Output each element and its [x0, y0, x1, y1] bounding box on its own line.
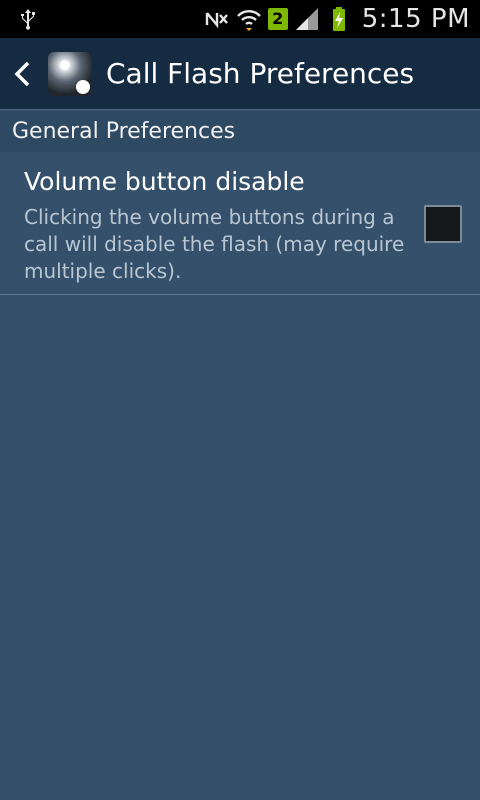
sim-badge: 2 [267, 8, 288, 30]
preference-title: Volume button disable [24, 167, 305, 196]
back-chevron-icon[interactable] [12, 60, 32, 88]
section-header-label: General Preferences [12, 119, 236, 144]
section-header: General Preferences [0, 111, 480, 152]
preference-summary: Clicking the volume buttons during a cal… [24, 205, 405, 283]
clock: 5:15 PM [361, 4, 470, 34]
nfc-muted-icon [205, 12, 228, 29]
signal-icon [295, 8, 318, 30]
status-bar: 2 5:15 PM [0, 0, 480, 38]
usb-icon [21, 9, 35, 30]
action-bar: Call Flash Preferences [0, 38, 480, 110]
preference-volume-button-disable[interactable]: Volume button disable Clicking the volum… [0, 152, 480, 295]
wifi-icon [236, 10, 261, 31]
page-title: Call Flash Preferences [106, 57, 415, 90]
battery-charging-icon [332, 7, 345, 31]
app-icon[interactable] [48, 52, 92, 96]
volume-button-disable-checkbox[interactable] [424, 205, 462, 243]
phone-icon [76, 80, 90, 94]
